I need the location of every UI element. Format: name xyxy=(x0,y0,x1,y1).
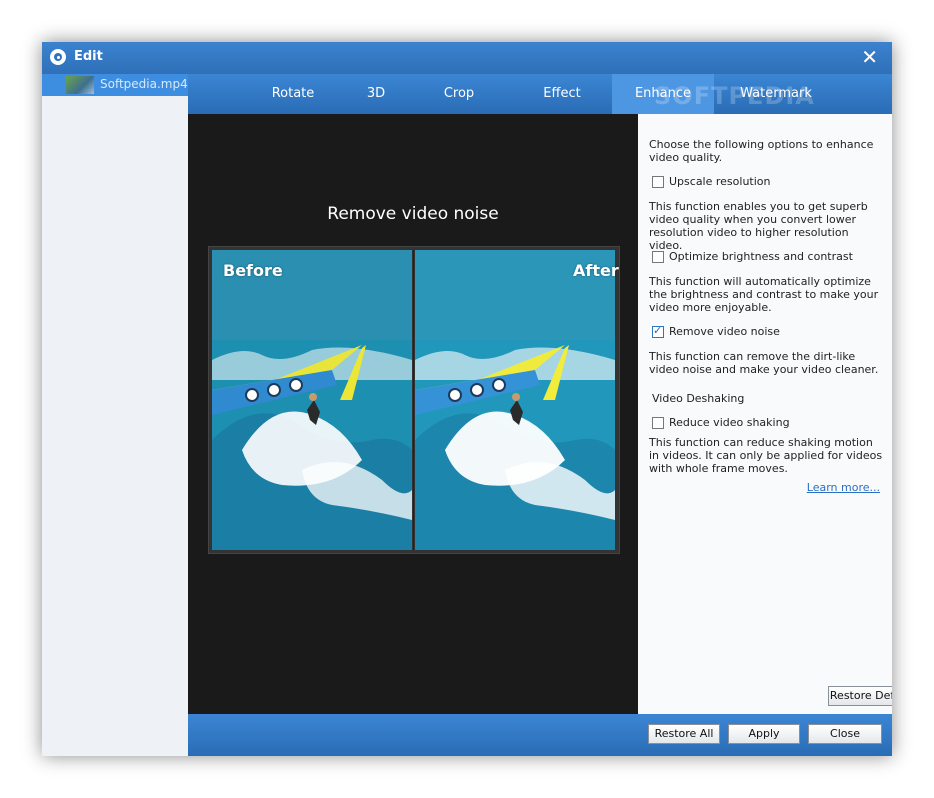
enhance-intro-text: Choose the following options to enhance … xyxy=(649,138,874,164)
upscale-resolution-label: Upscale resolution xyxy=(669,175,771,188)
apply-button[interactable]: Apply xyxy=(728,724,800,744)
before-image xyxy=(212,250,412,550)
video-thumbnail xyxy=(66,76,94,94)
after-image xyxy=(415,250,615,550)
tab-watermark[interactable]: Watermark xyxy=(728,74,824,114)
restore-defaults-button[interactable]: Restore Defaults xyxy=(828,686,892,706)
tab-enhance[interactable]: Enhance xyxy=(612,74,714,114)
tab-bar: Rotate 3D Crop Effect Enhance Watermark … xyxy=(188,74,892,114)
upscale-resolution-description: This function enables you to get superb … xyxy=(649,200,868,252)
window-title: Edit xyxy=(74,49,103,64)
reduce-shaking-label: Reduce video shaking xyxy=(669,416,790,429)
restore-all-button[interactable]: Restore All xyxy=(648,724,720,744)
remove-noise-label: Remove video noise xyxy=(669,325,780,338)
before-after-comparison: Before After xyxy=(208,246,620,554)
after-label: After xyxy=(573,261,619,280)
video-deshaking-heading: Video Deshaking xyxy=(652,392,745,405)
file-list-item[interactable]: Softpedia.mp4 xyxy=(42,74,188,96)
edit-dialog: Edit ✕ Softpedia.mp4 Rotate 3D Crop Effe… xyxy=(42,42,892,756)
tab-3d[interactable]: 3D xyxy=(348,74,404,114)
close-button[interactable]: Close xyxy=(808,724,882,744)
tab-crop[interactable]: Crop xyxy=(414,74,504,114)
upscale-resolution-checkbox[interactable] xyxy=(652,176,664,188)
close-icon[interactable]: ✕ xyxy=(861,46,878,68)
learn-more-link[interactable]: Learn more... xyxy=(807,481,880,494)
reduce-shaking-checkbox[interactable] xyxy=(652,417,664,429)
title-bar: Edit ✕ xyxy=(42,42,892,74)
remove-noise-description: This function can remove the dirt-like v… xyxy=(649,350,879,376)
comparison-divider xyxy=(413,250,414,550)
optimize-brightness-description: This function will automatically optimiz… xyxy=(649,275,879,314)
reduce-shaking-description: This function can reduce shaking motion … xyxy=(649,436,883,475)
before-label: Before xyxy=(223,261,283,280)
file-sidebar: Softpedia.mp4 xyxy=(42,74,188,756)
optimize-brightness-checkbox[interactable] xyxy=(652,251,664,263)
tab-effect[interactable]: Effect xyxy=(514,74,610,114)
preview-area: Remove video noise Before After xyxy=(188,114,638,714)
file-name: Softpedia.mp4 xyxy=(100,77,188,91)
remove-noise-checkbox[interactable] xyxy=(652,324,664,338)
bottom-action-bar: Restore All Apply Close xyxy=(188,714,892,756)
enhance-options-panel: Choose the following options to enhance … xyxy=(638,114,892,714)
preview-title: Remove video noise xyxy=(327,204,499,224)
optimize-brightness-label: Optimize brightness and contrast xyxy=(669,250,853,263)
app-logo-icon xyxy=(50,49,66,65)
tab-rotate[interactable]: Rotate xyxy=(248,74,338,114)
